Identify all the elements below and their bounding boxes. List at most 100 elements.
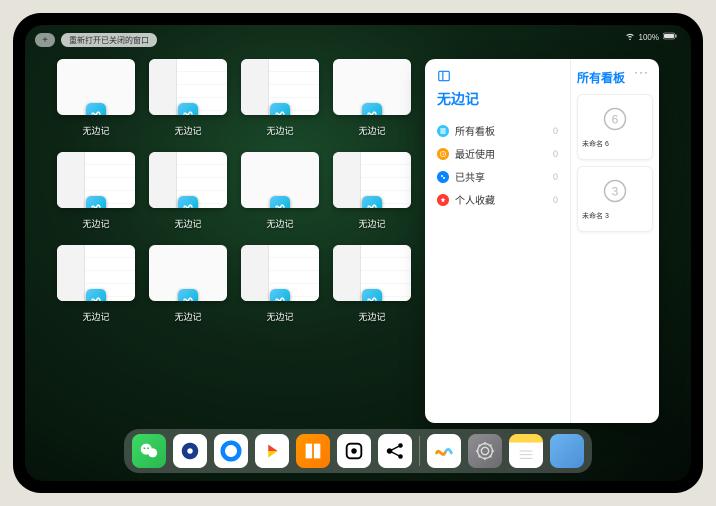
dock-app-browser-2[interactable] bbox=[214, 434, 248, 468]
sidebar-toggle-icon[interactable] bbox=[437, 69, 451, 83]
dock-app-mindmap[interactable] bbox=[378, 434, 412, 468]
window-tile[interactable]: 无边记 bbox=[333, 59, 411, 144]
dock-app-browser-1[interactable] bbox=[173, 434, 207, 468]
dock-app-game[interactable] bbox=[337, 434, 371, 468]
tile-label: 无边记 bbox=[266, 217, 293, 230]
sidebar-item-count: 0 bbox=[553, 195, 558, 205]
sidebar-item[interactable]: 个人收藏 0 bbox=[437, 188, 558, 211]
sidebar-item-icon bbox=[437, 194, 449, 206]
stage-manager-area: 无边记无边记无边记无边记无边记无边记无边记无边记无边记无边记无边记无边记 ···… bbox=[57, 59, 659, 423]
sidebar-item-count: 0 bbox=[553, 172, 558, 182]
tile-label: 无边记 bbox=[266, 124, 293, 137]
freeform-app-icon bbox=[362, 289, 382, 301]
battery-icon bbox=[663, 32, 677, 42]
board-date bbox=[582, 149, 648, 155]
window-tile[interactable]: 无边记 bbox=[241, 245, 319, 330]
tile-thumbnail bbox=[149, 152, 227, 208]
tile-thumbnail bbox=[333, 152, 411, 208]
ipad-device: 100% + 重新打开已关闭的窗口 无边记无边记无边记无边记无边记无边记无边记无… bbox=[13, 13, 703, 493]
tile-label: 无边记 bbox=[82, 124, 109, 137]
board-card[interactable]: 3 未命名 3 bbox=[577, 166, 653, 232]
freeform-app-icon bbox=[178, 103, 198, 115]
sidebar-item-count: 0 bbox=[553, 126, 558, 136]
dock bbox=[124, 429, 592, 473]
window-menu-button[interactable]: ··· bbox=[634, 65, 649, 79]
freeform-app-icon bbox=[362, 196, 382, 208]
tile-thumbnail bbox=[333, 59, 411, 115]
dock-app-notes[interactable] bbox=[509, 434, 543, 468]
tile-thumbnail bbox=[333, 245, 411, 301]
freeform-app-icon bbox=[362, 103, 382, 115]
sidebar-item[interactable]: 所有看板 0 bbox=[437, 119, 558, 142]
window-tile[interactable]: 无边记 bbox=[57, 152, 135, 237]
window-tile[interactable]: 无边记 bbox=[149, 152, 227, 237]
sidebar-item-label: 个人收藏 bbox=[455, 192, 495, 207]
board-name: 未命名 3 bbox=[582, 211, 648, 221]
dock-app-wechat[interactable] bbox=[132, 434, 166, 468]
sidebar-item-icon bbox=[437, 148, 449, 160]
window-tile[interactable]: 无边记 bbox=[241, 152, 319, 237]
freeform-app-icon bbox=[178, 196, 198, 208]
tile-label: 无边记 bbox=[174, 310, 201, 323]
window-tile[interactable]: 无边记 bbox=[149, 245, 227, 330]
app-title: 无边记 bbox=[437, 89, 558, 109]
tile-label: 无边记 bbox=[174, 217, 201, 230]
window-tiles-grid: 无边记无边记无边记无边记无边记无边记无边记无边记无边记无边记无边记无边记 bbox=[57, 59, 411, 423]
tile-label: 无边记 bbox=[358, 310, 385, 323]
sidebar-item-label: 已共享 bbox=[455, 169, 485, 184]
sidebar-item[interactable]: 最近使用 0 bbox=[437, 142, 558, 165]
window-tile[interactable]: 无边记 bbox=[57, 245, 135, 330]
window-tile[interactable]: 无边记 bbox=[241, 59, 319, 144]
sidebar-item-label: 所有看板 bbox=[455, 123, 495, 138]
tile-label: 无边记 bbox=[82, 310, 109, 323]
freeform-app-icon bbox=[270, 196, 290, 208]
dock-app-freeform[interactable] bbox=[427, 434, 461, 468]
window-tile[interactable]: 无边记 bbox=[149, 59, 227, 144]
sidebar-item-count: 0 bbox=[553, 149, 558, 159]
tile-label: 无边记 bbox=[174, 124, 201, 137]
tile-thumbnail bbox=[149, 59, 227, 115]
sidebar-item-icon bbox=[437, 125, 449, 137]
board-date bbox=[582, 221, 648, 227]
boards-panel: 所有看板 6未命名 6 3未命名 3 bbox=[571, 59, 659, 423]
freeform-app-icon bbox=[86, 196, 106, 208]
board-thumbnail: 6 bbox=[582, 99, 648, 139]
sidebar-item[interactable]: 已共享 0 bbox=[437, 165, 558, 188]
wifi-icon bbox=[625, 31, 635, 43]
dock-separator bbox=[419, 436, 420, 466]
svg-text:3: 3 bbox=[612, 185, 619, 199]
window-tile[interactable]: 无边记 bbox=[333, 245, 411, 330]
dock-app-folder[interactable] bbox=[550, 434, 584, 468]
dock-app-video[interactable] bbox=[255, 434, 289, 468]
tile-thumbnail bbox=[57, 152, 135, 208]
tile-label: 无边记 bbox=[82, 217, 109, 230]
screen: 100% + 重新打开已关闭的窗口 无边记无边记无边记无边记无边记无边记无边记无… bbox=[25, 25, 691, 481]
window-tile[interactable]: 无边记 bbox=[333, 152, 411, 237]
board-name: 未命名 6 bbox=[582, 139, 648, 149]
dock-app-settings[interactable] bbox=[468, 434, 502, 468]
battery-text: 100% bbox=[639, 33, 659, 42]
tile-label: 无边记 bbox=[358, 124, 385, 137]
freeform-main-window[interactable]: ··· 无边记 所有看板0最近使用0已共享0个人收藏0 所有看板 6未命名 6 … bbox=[425, 59, 659, 423]
tile-thumbnail bbox=[57, 245, 135, 301]
sidebar: 无边记 所有看板 0 最近使用 0 已共享 0 个人收藏 0 bbox=[425, 59, 571, 423]
tile-label: 无边记 bbox=[266, 310, 293, 323]
reopen-closed-window-button[interactable]: 重新打开已关闭的窗口 bbox=[61, 33, 157, 47]
status-bar: 100% bbox=[625, 31, 677, 43]
tile-thumbnail bbox=[149, 245, 227, 301]
window-tile[interactable]: 无边记 bbox=[57, 59, 135, 144]
board-card[interactable]: 6 未命名 6 bbox=[577, 94, 653, 160]
freeform-app-icon bbox=[86, 103, 106, 115]
tile-thumbnail bbox=[241, 152, 319, 208]
svg-text:6: 6 bbox=[612, 113, 619, 127]
board-thumbnail: 3 bbox=[582, 171, 648, 211]
freeform-app-icon bbox=[86, 289, 106, 301]
tile-label: 无边记 bbox=[358, 217, 385, 230]
sidebar-item-label: 最近使用 bbox=[455, 146, 495, 161]
freeform-app-icon bbox=[270, 289, 290, 301]
dock-app-books[interactable] bbox=[296, 434, 330, 468]
top-controls: + 重新打开已关闭的窗口 bbox=[35, 33, 157, 47]
new-window-button[interactable]: + bbox=[35, 33, 55, 47]
freeform-app-icon bbox=[270, 103, 290, 115]
tile-thumbnail bbox=[241, 245, 319, 301]
